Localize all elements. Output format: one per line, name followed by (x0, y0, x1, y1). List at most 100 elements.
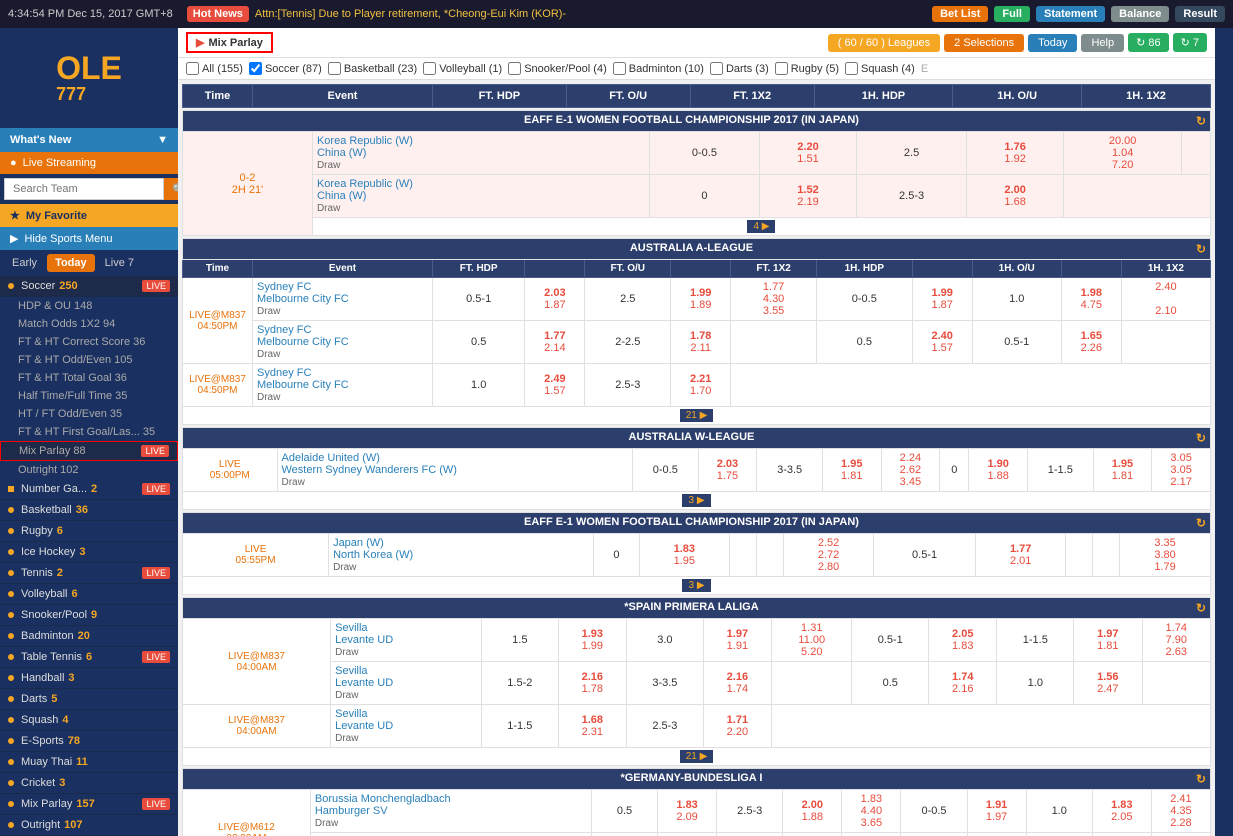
filter-basketball[interactable]: Basketball (23) (328, 62, 417, 75)
filter-soccer-checkbox[interactable] (249, 62, 262, 75)
sport-item-tennis[interactable]: Tennis 2 LIVE (0, 563, 178, 584)
more-button[interactable]: 21 ▶ (680, 750, 714, 763)
sport-item-handball[interactable]: Handball 3 (0, 668, 178, 689)
league-refresh-icon[interactable]: ↻ (1196, 114, 1206, 128)
hide-sports-button[interactable]: ▶ Hide Sports Menu (0, 227, 178, 250)
filter-all[interactable]: All (155) (186, 62, 243, 75)
match-event[interactable]: Japan (W)North Korea (W)Draw (329, 534, 594, 577)
filter-badminton-checkbox[interactable] (613, 62, 626, 75)
ou-odds[interactable]: 1.782.11 (671, 321, 731, 364)
ou-odds[interactable]: 1.712.20 (703, 705, 771, 748)
league-refresh-icon[interactable]: ↻ (1196, 431, 1206, 445)
sport-item-outright[interactable]: Outright 107 (0, 815, 178, 836)
1x2-odds[interactable]: 1.834.403.65 (842, 790, 901, 833)
today-button[interactable]: Today (1028, 34, 1077, 52)
filter-squash[interactable]: Squash (4) (845, 62, 915, 75)
tab-live[interactable]: Live 7 (97, 254, 142, 272)
sport-item-muay-thai[interactable]: Muay Thai 11 (0, 752, 178, 773)
ou-odds[interactable]: 2.211.70 (671, 364, 731, 407)
balance-button[interactable]: Balance (1111, 6, 1169, 22)
hdp-odds[interactable]: 1.772.14 (525, 321, 585, 364)
hdp-odds[interactable]: 2.031.75 (698, 449, 757, 492)
sport-item-basketball[interactable]: Basketball 36 (0, 500, 178, 521)
sub-halftime[interactable]: Half Time/Full Time 35 (0, 387, 178, 405)
match-event[interactable]: Sydney FCMelbourne City FCDraw (253, 278, 433, 321)
refresh-button-2[interactable]: ↻ 7 (1173, 33, 1207, 52)
sub-first-goal[interactable]: FT & HT First Goal/Las... 35 (0, 423, 178, 441)
tab-today[interactable]: Today (47, 254, 95, 272)
sub-odd-even[interactable]: FT & HT Odd/Even 105 (0, 351, 178, 369)
1h-1x2-odds[interactable]: 1.747.902.63 (1142, 619, 1210, 662)
filter-soccer[interactable]: Soccer (87) (249, 62, 322, 75)
ou-odds[interactable]: 2.001.88 (783, 790, 842, 833)
sport-item-volleyball[interactable]: Volleyball 6 (0, 584, 178, 605)
1h-hdp-odds[interactable]: 2.401.57 (912, 321, 972, 364)
sub-hdp-ou[interactable]: HDP & OU 148 (0, 297, 178, 315)
statement-button[interactable]: Statement (1036, 6, 1105, 22)
match-event[interactable]: Sydney FCMelbourne City FCDraw (253, 364, 433, 407)
hdp-odds[interactable]: 2.161.78 (558, 662, 626, 705)
sport-item-soccer[interactable]: Soccer 250 LIVE (0, 276, 178, 297)
1h-1x2-odds[interactable]: 2.414.352.28 (1151, 790, 1210, 833)
filter-rugby[interactable]: Rugby (5) (775, 62, 839, 75)
match-event[interactable]: Adelaide United (W)Western Sydney Wander… (277, 449, 632, 492)
full-button[interactable]: Full (994, 6, 1030, 22)
hdp-odds[interactable]: 2.091.83 (658, 833, 717, 836)
hdp-odds[interactable]: 2.201.51 (759, 132, 857, 175)
sport-item-squash[interactable]: Squash 4 (0, 710, 178, 731)
league-refresh-icon[interactable]: ↻ (1196, 516, 1206, 530)
filter-snooker-checkbox[interactable] (508, 62, 521, 75)
filter-darts-checkbox[interactable] (710, 62, 723, 75)
filter-basketball-checkbox[interactable] (328, 62, 341, 75)
result-button[interactable]: Result (1175, 6, 1225, 22)
ou-odds[interactable]: 1.971.91 (703, 619, 771, 662)
hdp-odds[interactable]: 1.832.09 (658, 790, 717, 833)
match-event[interactable]: Korea Republic (W)China (W)Draw (312, 132, 649, 175)
match-event[interactable]: Borussia MonchengladbachHamburger SVDraw (310, 790, 591, 833)
ou-odds[interactable]: 1.792.09 (783, 833, 842, 836)
1x2-odds[interactable]: 1.774.303.55 (731, 278, 817, 321)
ou-odds[interactable]: 1.761.92 (966, 132, 1064, 175)
1h-hdp-odds[interactable]: 1.742.16 (929, 662, 997, 705)
match-event[interactable]: Korea Republic (W)China (W)Draw (312, 175, 649, 218)
search-input[interactable] (4, 178, 164, 200)
1h-ou-odds[interactable]: 1.951.81 (1093, 449, 1152, 492)
league-refresh-icon[interactable]: ↻ (1196, 772, 1206, 786)
sport-item-snooker[interactable]: Snooker/Pool 9 (0, 605, 178, 626)
1x2-odds[interactable]: 2.522.722.80 (783, 534, 874, 577)
more-button[interactable]: 3 ▶ (682, 494, 710, 507)
ou-odds[interactable]: 1.991.89 (671, 278, 731, 321)
hdp-odds[interactable]: 2.031.87 (525, 278, 585, 321)
help-button[interactable]: Help (1081, 34, 1124, 52)
sport-item-ice-hockey[interactable]: Ice Hockey 3 (0, 542, 178, 563)
hdp-odds[interactable]: 1.682.31 (558, 705, 626, 748)
more-button[interactable]: 4 ▶ (747, 220, 775, 233)
sport-item-badminton[interactable]: Badminton 20 (0, 626, 178, 647)
ou-odds[interactable]: 1.951.81 (822, 449, 881, 492)
bet-list-button[interactable]: Bet List (932, 6, 988, 22)
sport-item-mix-parlay[interactable]: Mix Parlay 157 LIVE (0, 794, 178, 815)
1h-ou-odds[interactable]: 1.984.75 (1061, 278, 1121, 321)
1h-hdp-odds[interactable]: 2.401.59 (967, 833, 1026, 836)
1x2-odds[interactable]: 1.3111.005.20 (772, 619, 852, 662)
my-favorite-button[interactable]: ★ My Favorite (0, 204, 178, 227)
1h-1x2-odds[interactable]: 3.053.052.17 (1152, 449, 1211, 492)
1h-hdp-odds[interactable]: 1.772.01 (975, 534, 1066, 577)
hdp-odds[interactable]: 1.931.99 (558, 619, 626, 662)
sport-item-darts[interactable]: Darts 5 (0, 689, 178, 710)
1h-1x2-odds[interactable]: 2.40 2.10 (1121, 278, 1210, 321)
ou-odds[interactable]: 2.001.68 (966, 175, 1064, 218)
hdp-odds[interactable]: 1.522.19 (759, 175, 857, 218)
sport-item-rugby[interactable]: Rugby 6 (0, 521, 178, 542)
sub-match-odds[interactable]: Match Odds 1X2 94 (0, 315, 178, 333)
1h-ou-odds[interactable]: 2.251.68 (1092, 833, 1151, 836)
whats-new-dropdown[interactable]: What's New ▼ (0, 128, 178, 152)
league-refresh-icon[interactable]: ↻ (1196, 601, 1206, 615)
1h-ou-odds[interactable]: 1.971.81 (1074, 619, 1142, 662)
sport-item-number-games[interactable]: Number Ga... 2 LIVE (0, 479, 178, 500)
filter-darts[interactable]: Darts (3) (710, 62, 769, 75)
ou-odds[interactable]: 2.161.74 (703, 662, 771, 705)
1h-hdp-odds[interactable]: 1.991.87 (912, 278, 972, 321)
tab-early[interactable]: Early (4, 254, 45, 272)
match-event[interactable]: SevillaLevante UDDraw (331, 662, 482, 705)
